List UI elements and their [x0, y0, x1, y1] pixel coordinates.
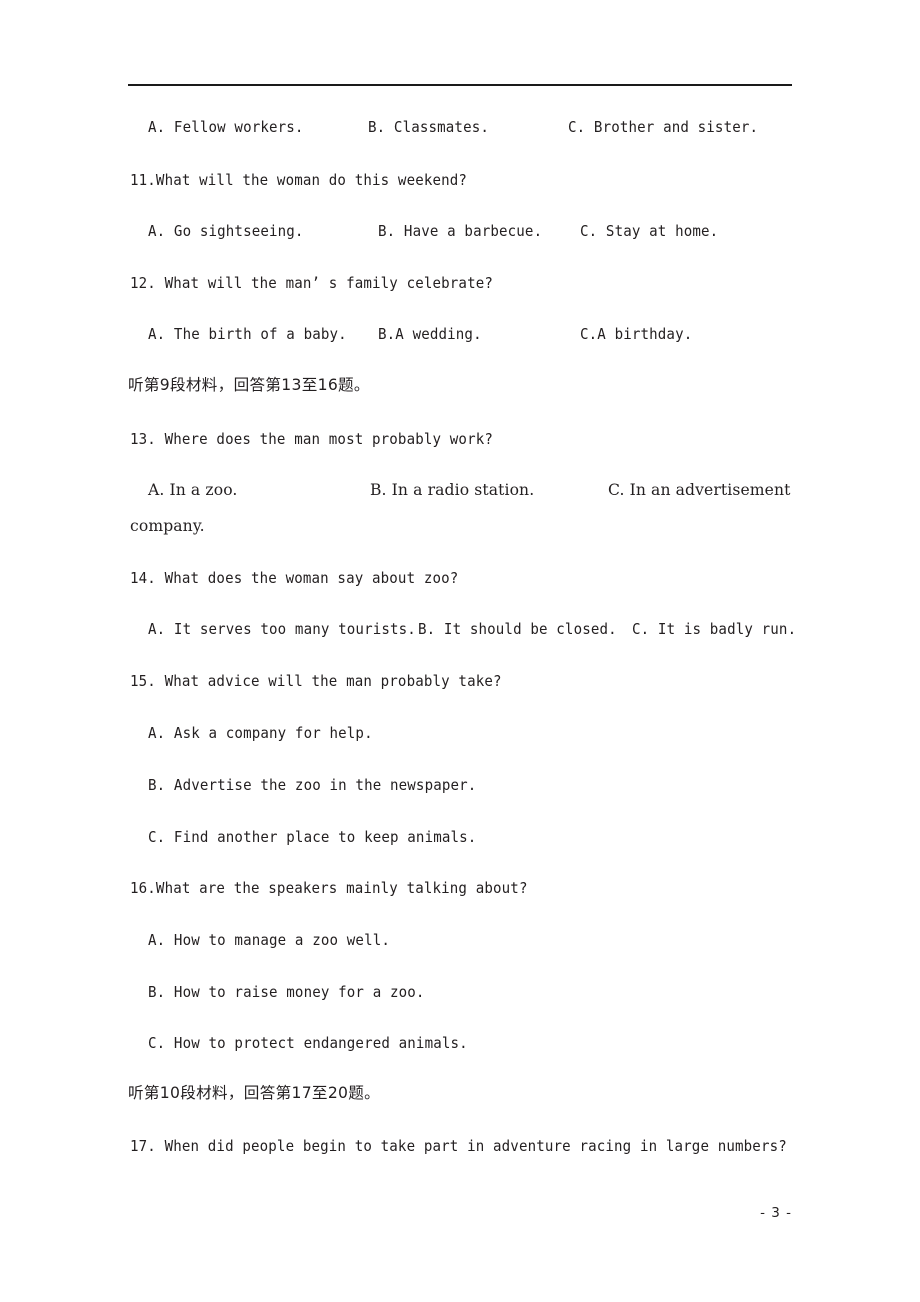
- question-stem-16: 16.What are the speakers mainly talking …: [130, 879, 528, 897]
- option-c-q16: C. How to protect endangered animals.: [148, 1034, 468, 1052]
- option-b-q11: B. Have a barbecue.: [378, 222, 543, 240]
- option-c-q11: C. Stay at home.: [580, 222, 719, 240]
- option-b-q13: B. In a radio station.: [370, 481, 535, 499]
- exam-page: A. Fellow workers. B. Classmates. C. Bro…: [0, 0, 920, 1302]
- option-a-q16: A. How to manage a zoo well.: [148, 931, 391, 949]
- option-a-q15: A. Ask a company for help.: [148, 724, 373, 742]
- section-directive-material-10: 听第10段材料，回答第17至20题。: [128, 1084, 381, 1102]
- option-a-q12: A. The birth of a baby.: [148, 325, 347, 343]
- option-row-q10: A. Fellow workers. B. Classmates. C. Bro…: [130, 118, 910, 142]
- option-b-q14: B. It should be closed.: [418, 620, 617, 638]
- question-stem-17: 17. When did people begin to take part i…: [130, 1137, 787, 1155]
- question-stem-15: 15. What advice will the man probably ta…: [130, 672, 502, 690]
- option-a-q11: A. Go sightseeing.: [148, 222, 304, 240]
- option-b-q12: B.A wedding.: [378, 325, 482, 343]
- option-c-q15: C. Find another place to keep animals.: [148, 828, 477, 846]
- question-stem-13: 13. Where does the man most probably wor…: [130, 430, 494, 448]
- question-stem-11: 11.What will the woman do this weekend?: [130, 171, 468, 189]
- option-row-q13: A. In a zoo. B. In a radio station. C. I…: [130, 481, 910, 505]
- page-number-footer: - 3 -: [760, 1205, 792, 1221]
- option-row-q12: A. The birth of a baby. B.A wedding. C.A…: [130, 325, 910, 349]
- option-a-q13: A. In a zoo.: [148, 481, 238, 499]
- option-a-q14: A. It serves too many tourists.: [148, 620, 416, 638]
- option-c-q14: C. It is badly run.: [632, 620, 797, 638]
- option-a-q10: A. Fellow workers.: [148, 118, 304, 136]
- option-b-q15: B. Advertise the zoo in the newspaper.: [148, 776, 477, 794]
- header-divider-rule: [128, 84, 792, 86]
- option-c-q10: C. Brother and sister.: [568, 118, 759, 136]
- option-b-q10: B. Classmates.: [368, 118, 490, 136]
- option-row-q14: A. It serves too many tourists. B. It sh…: [130, 620, 910, 644]
- option-c-q13-wrap: company.: [130, 517, 205, 535]
- question-stem-14: 14. What does the woman say about zoo?: [130, 569, 459, 587]
- option-c-q13: C. In an advertisement: [608, 481, 791, 499]
- option-b-q16: B. How to raise money for a zoo.: [148, 983, 425, 1001]
- section-directive-material-9: 听第9段材料，回答第13至16题。: [128, 376, 370, 394]
- question-stem-12: 12. What will the man’ s family celebrat…: [130, 274, 494, 292]
- option-row-q11: A. Go sightseeing. B. Have a barbecue. C…: [130, 222, 910, 246]
- option-c-q12: C.A birthday.: [580, 325, 693, 343]
